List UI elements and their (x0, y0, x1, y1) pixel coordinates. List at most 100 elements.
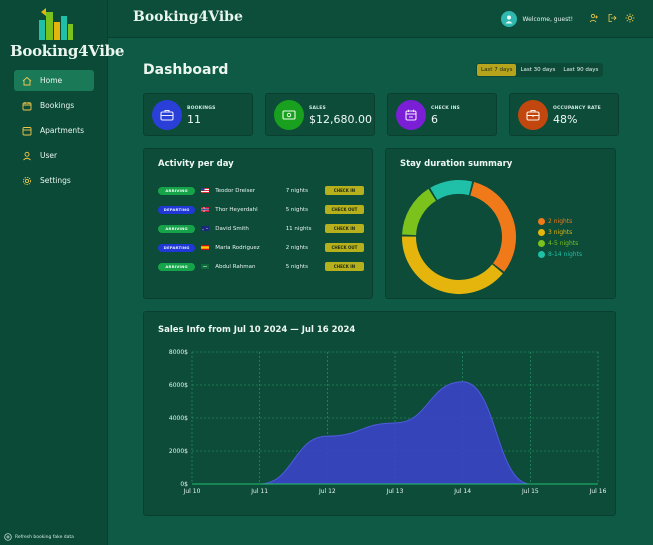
stat-label: OCCUPANCY RATE (553, 106, 601, 111)
avatar[interactable] (500, 11, 517, 27)
sidebar: Booking4Vibe Home Bookings Apartments Us… (0, 0, 125, 545)
flag-sa-icon (201, 264, 210, 269)
check-in-button[interactable]: CHECK IN (324, 186, 364, 195)
sidebar-item-bookings[interactable]: Bookings (14, 95, 94, 116)
page-title: Dashboard (143, 62, 229, 78)
legend-dot (538, 251, 545, 258)
bag-icon (518, 100, 548, 130)
status-badge: ARRIVING (158, 262, 196, 271)
activity-row: ARRIVING Abdul Rahman 5 nights CHECK IN (158, 260, 364, 273)
stat-card-check-ins: CHECK INS 6 (387, 93, 497, 136)
guest-name: Teodor Dreiser (215, 187, 256, 194)
calendar-check-icon (396, 100, 426, 130)
calendar-icon (22, 101, 32, 111)
sidebar-item-label: Settings (40, 176, 71, 185)
flag-au-icon (201, 226, 210, 231)
x-tick-label: Jul 14 (453, 488, 471, 495)
refresh-data-button[interactable]: Refresh booking fake data (4, 533, 74, 541)
nights-count: 5 nights (285, 206, 308, 213)
user-plus-icon[interactable] (589, 13, 599, 23)
check-in-button[interactable]: CHECK IN (324, 224, 364, 233)
sidebar-item-label: Bookings (40, 101, 75, 110)
legend-item: 3 nights (538, 227, 582, 238)
date-range-selector: Last 7 days Last 30 days Last 90 days (476, 63, 604, 77)
stat-value: 6 (431, 113, 438, 126)
y-tick-label: 0$ (180, 481, 188, 488)
x-tick-label: Jul 13 (386, 488, 404, 495)
logout-icon[interactable] (607, 13, 617, 23)
stat-label: BOOKINGS (187, 106, 216, 111)
x-tick-label: Jul 11 (250, 488, 268, 495)
nights-count: 5 nights (285, 263, 308, 270)
range-30-days[interactable]: Last 30 days (516, 64, 559, 76)
activity-row: DEPARTING Maria Rodriguez 2 nights CHECK… (158, 241, 364, 254)
legend-item: 2 nights (538, 216, 582, 227)
stat-card-bookings: BOOKINGS 11 (143, 93, 253, 136)
welcome-text: Welcome, guest! (522, 15, 573, 23)
sidebar-item-apartments[interactable]: Apartments (14, 120, 94, 141)
sidebar-item-settings[interactable]: Settings (14, 170, 94, 191)
stat-card-sales: SALES $12,680.00 (265, 93, 375, 136)
y-tick-label: 8000$ (169, 349, 188, 356)
activity-title: Activity per day (158, 159, 234, 169)
sun-icon[interactable] (625, 13, 635, 23)
legend-dot (538, 229, 545, 236)
legend-label: 8-14 nights (548, 251, 583, 258)
stat-value: 11 (187, 113, 201, 126)
legend-dot (538, 240, 545, 247)
status-badge: DEPARTING (158, 205, 196, 214)
stat-value: $12,680.00 (309, 113, 372, 126)
nights-count: 7 nights (285, 187, 308, 194)
y-tick-label: 2000$ (169, 448, 188, 455)
stay-legend: 2 nights 3 nights 4-5 nights 8-14 nights (538, 216, 582, 260)
status-badge: ARRIVING (158, 186, 196, 195)
range-7-days[interactable]: Last 7 days (477, 64, 517, 76)
nights-count: 11 nights (285, 225, 312, 232)
sidebar-item-label: Apartments (40, 126, 85, 135)
nights-count: 2 nights (285, 244, 308, 251)
user-icon (22, 151, 32, 161)
logo-icon (39, 8, 73, 40)
status-badge: ARRIVING (158, 224, 196, 233)
stat-value: 48% (553, 113, 578, 126)
flag-es-icon (201, 245, 210, 250)
donut-segment (402, 188, 437, 236)
sales-area-chart: 0$ 2000$ 4000$ 6000$ 8000$ Jul 10 Jul 11 Jul 12… (169, 349, 607, 495)
check-out-button[interactable]: CHECK OUT (324, 205, 364, 214)
logo-text: Booking4Vibe (10, 42, 125, 60)
gear-icon (22, 176, 32, 186)
x-tick-label: Jul 12 (318, 488, 336, 495)
plus-circle-icon (4, 533, 12, 541)
status-badge: DEPARTING (158, 243, 196, 252)
legend-label: 4-5 nights (548, 240, 579, 247)
refresh-label: Refresh booking fake data (15, 534, 74, 540)
check-out-button[interactable]: CHECK OUT (324, 243, 364, 252)
y-tick-label: 6000$ (169, 382, 188, 389)
activity-card: Activity per day ARRIVING Teodor Dreiser… (143, 148, 373, 299)
legend-label: 3 nights (548, 229, 573, 236)
x-tick-label: Jul 10 (183, 488, 201, 495)
guest-name: Abdul Rahman (215, 263, 256, 270)
legend-item: 4-5 nights (538, 238, 582, 249)
legend-label: 2 nights (548, 218, 573, 225)
donut-segment (470, 182, 516, 272)
sidebar-item-home[interactable]: Home (14, 70, 94, 91)
flag-no-icon (201, 207, 210, 212)
x-tick-label: Jul 15 (521, 488, 539, 495)
stat-card-occupancy: OCCUPANCY RATE 48% (509, 93, 619, 136)
x-tick-label: Jul 16 (589, 488, 607, 495)
activity-row: ARRIVING David Smith 11 nights CHECK IN (158, 222, 364, 235)
stay-duration-card: Stay duration summary 2 nights 3 nights … (385, 148, 616, 299)
sidebar-item-label: Home (40, 76, 63, 85)
logo: Booking4Vibe (10, 8, 125, 64)
flag-us-icon (201, 188, 210, 193)
range-90-days[interactable]: Last 90 days (559, 64, 602, 76)
y-tick-label: 4000$ (169, 415, 188, 422)
donut-segment (430, 180, 473, 201)
guest-name: David Smith (215, 225, 249, 232)
check-in-button[interactable]: CHECK IN (324, 262, 364, 271)
home-icon (22, 76, 32, 86)
sales-title: Sales Info from Jul 10 2024 — Jul 16 202… (158, 325, 356, 335)
sidebar-item-label: User (40, 151, 58, 160)
sidebar-item-user[interactable]: User (14, 145, 94, 166)
